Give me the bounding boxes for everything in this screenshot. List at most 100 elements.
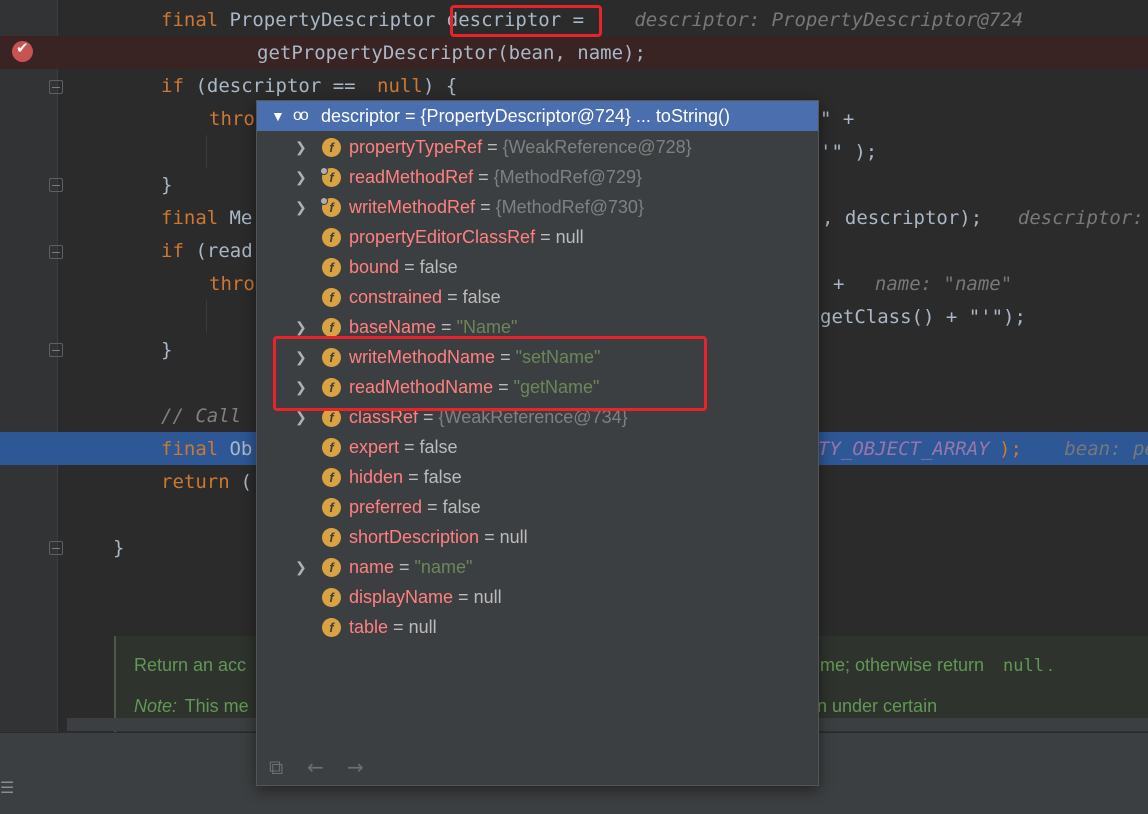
field-value: false [442, 497, 481, 517]
header-reference: {PropertyDescriptor@724} [420, 106, 631, 126]
field-text: classRef = {WeakReference@734} [349, 402, 628, 432]
code-token: thro [209, 273, 255, 295]
equals-sign: = [479, 527, 500, 547]
field-name: expert [349, 437, 400, 457]
field-row-preferred[interactable]: f preferred = false [257, 492, 818, 522]
field-row-property-editor-class-ref[interactable]: f propertyEditorClassRef = null [257, 222, 818, 252]
field-icon: f [322, 498, 341, 517]
field-row-property-type-ref[interactable]: ❯ f propertyTypeRef = {WeakReference@728} [257, 132, 818, 162]
field-row-short-description[interactable]: f shortDescription = null [257, 522, 818, 552]
field-row-expert[interactable]: f expert = false [257, 432, 818, 462]
field-row-read-method-name[interactable]: ❯ f readMethodName = "getName" [257, 372, 818, 402]
to-string-link[interactable]: ... toString() [631, 106, 730, 126]
equals-sign: = [482, 137, 503, 157]
code-token: (descriptor == [184, 75, 368, 97]
field-row-hidden[interactable]: f hidden = false [257, 462, 818, 492]
equals-sign: = [442, 287, 463, 307]
field-row-write-method-name[interactable]: ❯ f writeMethodName = "setName" [257, 342, 818, 372]
field-text: preferred = false [349, 492, 481, 522]
inline-value-hint: bean: pe [1030, 438, 1148, 460]
field-name: name [349, 557, 395, 577]
field-value: false [423, 467, 462, 487]
field-text: baseName = "Name" [349, 312, 517, 342]
chevron-right-icon[interactable]: ❯ [295, 342, 307, 372]
field-text: table = null [349, 612, 437, 642]
debugger-value-popup[interactable]: ▼ oo descriptor = {PropertyDescriptor@72… [256, 100, 819, 786]
field-text: readMethodRef = {MethodRef@729} [349, 162, 642, 192]
field-row-read-method-ref[interactable]: ❯ f readMethodRef = {MethodRef@729} [257, 162, 818, 192]
field-icon: f [322, 588, 341, 607]
field-name: baseName [349, 317, 437, 337]
field-name: readMethodName [349, 377, 494, 397]
inline-value-hint: descriptor: PropertyDescriptor@724 [600, 9, 1024, 31]
header-equals: = [400, 106, 421, 126]
equals-sign: = [399, 257, 420, 277]
field-text: shortDescription = null [349, 522, 528, 552]
chevron-right-icon[interactable]: ❯ [295, 192, 307, 222]
chevron-right-icon[interactable]: ❯ [295, 312, 307, 342]
header-variable-name: descriptor [321, 106, 401, 126]
equals-sign: = [475, 197, 496, 217]
equals-sign: = [453, 587, 474, 607]
field-row-table[interactable]: f table = null [257, 612, 818, 642]
field-value: false [419, 437, 458, 457]
chevron-right-icon[interactable]: ❯ [295, 162, 307, 192]
field-icon: f [322, 438, 341, 457]
field-value: "getName" [513, 377, 600, 397]
field-value: {WeakReference@728} [502, 137, 692, 157]
code-token: if [161, 240, 184, 262]
field-row-bound[interactable]: f bound = false [257, 252, 818, 282]
field-icon: f [322, 348, 341, 367]
field-icon: f [322, 408, 341, 427]
field-value: false [462, 287, 501, 307]
equals-sign: = [388, 617, 409, 637]
field-value: "setName" [515, 347, 601, 367]
field-value: null [499, 527, 528, 547]
field-row-name[interactable]: ❯ f name = "name" [257, 552, 818, 582]
code-token: ) { [423, 75, 458, 97]
code-token: getPropertyDescriptor(bean, name); [257, 42, 646, 64]
equals-sign: = [418, 407, 439, 427]
pin-to-editor-icon[interactable]: ⧉ [269, 755, 283, 779]
code-token: , descriptor); [822, 207, 983, 229]
code-comment: // Call [161, 405, 242, 427]
field-value: null [555, 227, 584, 247]
code-token: ); [999, 438, 1022, 460]
code-line: final PropertyDescriptor descriptor = de… [0, 4, 1148, 37]
javadoc-text: Return an acc [134, 655, 247, 675]
chevron-down-icon[interactable]: ▼ [271, 101, 285, 131]
field-value: "Name" [456, 317, 518, 337]
field-name: writeMethodName [349, 347, 496, 367]
field-value: "name" [414, 557, 473, 577]
field-icon: f [322, 558, 341, 577]
field-icon: f [322, 228, 341, 247]
chevron-right-icon[interactable]: ❯ [295, 552, 307, 582]
code-token: ( [229, 471, 252, 493]
inline-value-hint: name: "name" [852, 273, 1013, 295]
field-value: {MethodRef@729} [493, 167, 642, 187]
field-icon: f [320, 197, 341, 217]
inline-value-hint: descriptor: [995, 207, 1144, 229]
chevron-right-icon[interactable]: ❯ [295, 132, 307, 162]
popup-header-row[interactable]: ▼ oo descriptor = {PropertyDescriptor@72… [257, 101, 818, 131]
code-token: final [161, 438, 219, 460]
forward-arrow-icon[interactable]: → [347, 755, 364, 779]
equals-sign: = [403, 467, 424, 487]
field-row-base-name[interactable]: ❯ f baseName = "Name" [257, 312, 818, 342]
tool-window-icon[interactable]: ☰ [0, 778, 14, 798]
code-token: thro [209, 108, 255, 130]
field-row-class-ref[interactable]: ❯ f classRef = {WeakReference@734} [257, 402, 818, 432]
back-arrow-icon[interactable]: ← [307, 755, 324, 779]
code-token: final [161, 207, 219, 229]
field-row-constrained[interactable]: f constrained = false [257, 282, 818, 312]
field-row-write-method-ref[interactable]: ❯ f writeMethodRef = {MethodRef@730} [257, 192, 818, 222]
field-row-display-name[interactable]: f displayName = null [257, 582, 818, 612]
field-value: {WeakReference@734} [438, 407, 628, 427]
code-token: Me [218, 207, 253, 229]
chevron-right-icon[interactable]: ❯ [295, 402, 307, 432]
chevron-right-icon[interactable]: ❯ [295, 372, 307, 402]
field-value: false [419, 257, 458, 277]
code-token: return [161, 471, 230, 493]
field-name: hidden [349, 467, 404, 487]
code-token: (read [184, 240, 253, 262]
